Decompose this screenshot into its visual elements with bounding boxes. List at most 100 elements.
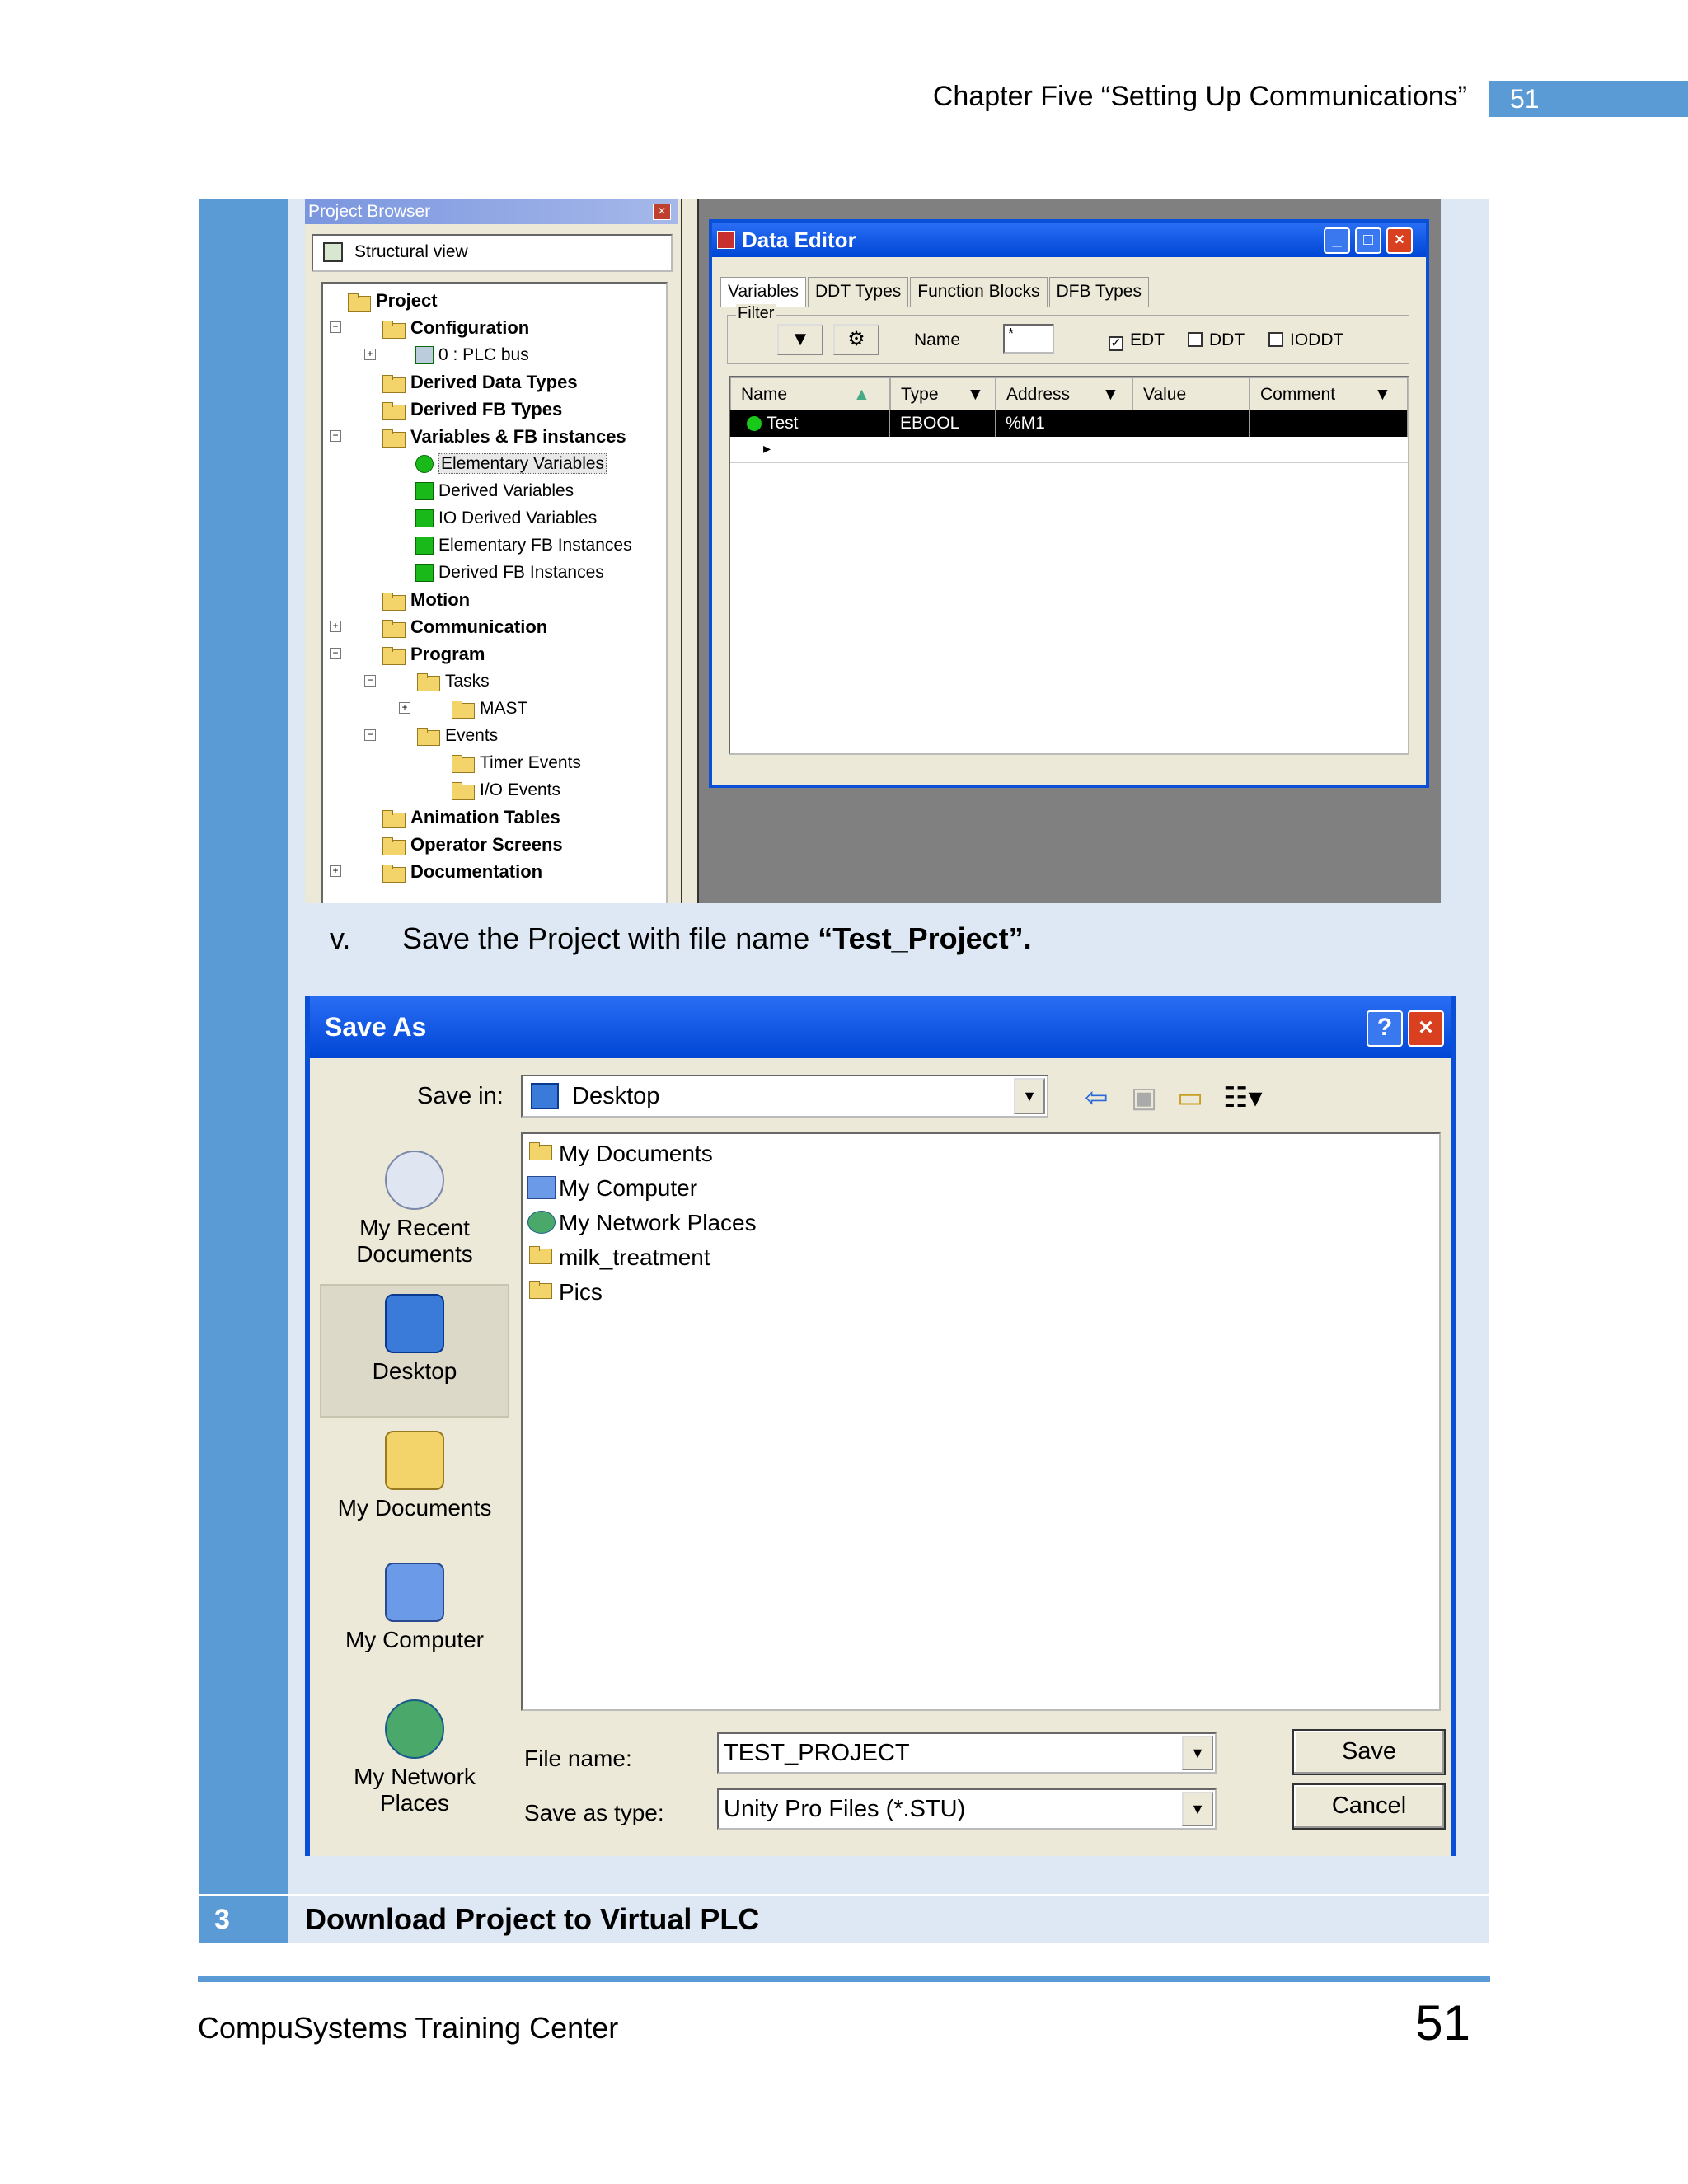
tree-item-documentation[interactable]: Documentation (381, 860, 542, 884)
close-icon[interactable]: × (1408, 1010, 1444, 1047)
data-editor-titlebar: Data Editor _ □ × (712, 223, 1426, 257)
tab-function-blocks[interactable]: Function Blocks (910, 277, 1048, 307)
place-my-computer[interactable]: My Computer (320, 1563, 509, 1670)
back-arrow-icon[interactable]: ⇦ (1085, 1083, 1109, 1113)
collapse-icon[interactable]: − (330, 321, 341, 333)
cancel-button[interactable]: Cancel (1292, 1783, 1446, 1830)
place-recent-documents[interactable]: My Recent Documents (320, 1151, 509, 1274)
save-in-select[interactable]: Desktop ▼ (521, 1075, 1048, 1118)
tree-item-program[interactable]: Program (381, 642, 485, 667)
place-my-network-places[interactable]: My Network Places (320, 1699, 509, 1823)
expand-icon[interactable]: + (364, 349, 376, 360)
place-my-documents[interactable]: My Documents (320, 1431, 509, 1538)
ddt-checkbox[interactable]: DDT (1188, 330, 1245, 350)
panel-splitter[interactable] (681, 199, 699, 903)
minimize-icon[interactable]: _ (1324, 227, 1350, 254)
variable-icon (415, 455, 434, 474)
column-header-value[interactable]: Value (1132, 377, 1250, 410)
save-button[interactable]: Save (1292, 1729, 1446, 1775)
checkbox-icon (1268, 332, 1283, 347)
column-header-comment[interactable]: Comment ▼ (1250, 377, 1408, 410)
tab-ddt-types[interactable]: DDT Types (808, 277, 909, 307)
file-name-input[interactable]: TEST_PROJECT ▼ (717, 1732, 1217, 1774)
save-in-label: Save in: (417, 1083, 504, 1109)
step-number: 3 (199, 1896, 288, 1943)
tree-item-io-events[interactable]: I/O Events (450, 778, 560, 803)
tree-item-communication[interactable]: Communication (381, 615, 547, 640)
file-list: My Documents My Computer My Network Plac… (521, 1132, 1441, 1711)
chevron-down-icon[interactable]: ▼ (1014, 1078, 1045, 1114)
close-icon[interactable]: × (653, 204, 671, 220)
tree-item-plc-bus[interactable]: 0 : PLC bus (415, 343, 529, 368)
new-folder-icon[interactable]: ▭ (1177, 1083, 1203, 1113)
expand-icon[interactable]: + (399, 702, 410, 714)
tree-item-elementary-variables[interactable]: Elementary Variables (415, 452, 607, 476)
tab-variables[interactable]: Variables (720, 277, 806, 307)
fb-instance-icon (415, 537, 434, 555)
collapse-icon[interactable]: − (364, 729, 376, 741)
tree-item-variables-fb-instances[interactable]: Variables & FB instances (381, 424, 626, 449)
list-item[interactable]: My Documents (528, 1137, 713, 1170)
file-name-label: File name: (524, 1746, 632, 1771)
edt-checkbox[interactable]: ✓ EDT (1109, 330, 1165, 351)
help-icon[interactable]: ? (1367, 1010, 1403, 1047)
expand-icon[interactable]: + (330, 621, 341, 632)
save-as-type-label: Save as type: (524, 1800, 664, 1825)
filter-name-input[interactable]: * (1003, 324, 1054, 354)
maximize-icon[interactable]: □ (1355, 227, 1381, 254)
tree-item-operator-screens[interactable]: Operator Screens (381, 832, 563, 857)
folder-icon (415, 727, 440, 747)
cell-name[interactable]: Test (730, 410, 890, 437)
filter-icon[interactable]: ▼ (777, 324, 823, 355)
collapse-icon[interactable]: − (364, 675, 376, 687)
fb-instance-icon (415, 564, 434, 583)
tree-item-timer-events[interactable]: Timer Events (450, 751, 581, 776)
chevron-down-icon[interactable]: ▼ (1182, 1736, 1213, 1770)
list-item[interactable]: milk_treatment (528, 1241, 710, 1274)
expand-icon[interactable]: + (330, 865, 341, 877)
tree-item-events[interactable]: Events (415, 724, 498, 748)
column-header-type[interactable]: Type ▼ (890, 377, 996, 410)
chevron-down-icon[interactable]: ▼ (1182, 1792, 1213, 1826)
list-item[interactable]: My Network Places (528, 1207, 757, 1240)
collapse-icon[interactable]: − (330, 648, 341, 659)
tab-dfb-types[interactable]: DFB Types (1048, 277, 1149, 307)
tree-item-motion[interactable]: Motion (381, 588, 470, 612)
tree-item-elementary-fb-instances[interactable]: Elementary FB Instances (415, 533, 632, 558)
gears-icon[interactable]: ⚙ (833, 324, 879, 355)
new-row-marker: ▸ (763, 440, 771, 457)
tree-item-derived-fb-instances[interactable]: Derived FB Instances (415, 560, 604, 585)
tree-item-io-derived-variables[interactable]: IO Derived Variables (415, 506, 597, 531)
table-row[interactable]: Test EBOOL %M1 (730, 410, 1408, 437)
collapse-icon[interactable]: − (330, 430, 341, 442)
tree-item-tasks[interactable]: Tasks (415, 669, 490, 694)
folder-icon (528, 1245, 556, 1268)
save-as-type-select[interactable]: Unity Pro Files (*.STU) ▼ (717, 1788, 1217, 1830)
list-item[interactable]: My Computer (528, 1172, 697, 1205)
tree-item-project[interactable]: Project (346, 288, 438, 313)
tree-item-derived-variables[interactable]: Derived Variables (415, 479, 574, 504)
checkbox-checked-icon: ✓ (1109, 336, 1123, 351)
cell-comment[interactable] (1250, 410, 1408, 437)
tree-item-derived-fb-types[interactable]: Derived FB Types (381, 397, 562, 422)
new-row[interactable]: ▸ (730, 437, 1408, 463)
place-desktop[interactable]: Desktop (320, 1284, 509, 1418)
cell-value[interactable] (1132, 410, 1250, 437)
tree-item-configuration[interactable]: Configuration (381, 316, 529, 340)
close-icon[interactable]: × (1386, 227, 1413, 254)
cell-type[interactable]: EBOOL (890, 410, 996, 437)
view-menu-icon[interactable]: ☷▾ (1223, 1083, 1263, 1113)
ioddt-checkbox[interactable]: IODDT (1268, 330, 1343, 350)
tree-item-animation-tables[interactable]: Animation Tables (381, 805, 560, 830)
my-network-places-icon (528, 1211, 556, 1234)
footer-divider (198, 1976, 1490, 1982)
step-instruction: v. Save the Project with file name “Test_… (330, 921, 1032, 956)
header-page-number: 51 (1489, 81, 1688, 117)
up-folder-icon[interactable]: ▣ (1131, 1083, 1157, 1113)
column-header-address[interactable]: Address ▼ (996, 377, 1132, 410)
tree-item-mast[interactable]: MAST (450, 696, 528, 721)
tree-item-derived-data-types[interactable]: Derived Data Types (381, 370, 578, 395)
column-header-name[interactable]: Name ▲ (730, 377, 890, 410)
list-item[interactable]: Pics (528, 1276, 603, 1309)
cell-address[interactable]: %M1 (996, 410, 1132, 437)
